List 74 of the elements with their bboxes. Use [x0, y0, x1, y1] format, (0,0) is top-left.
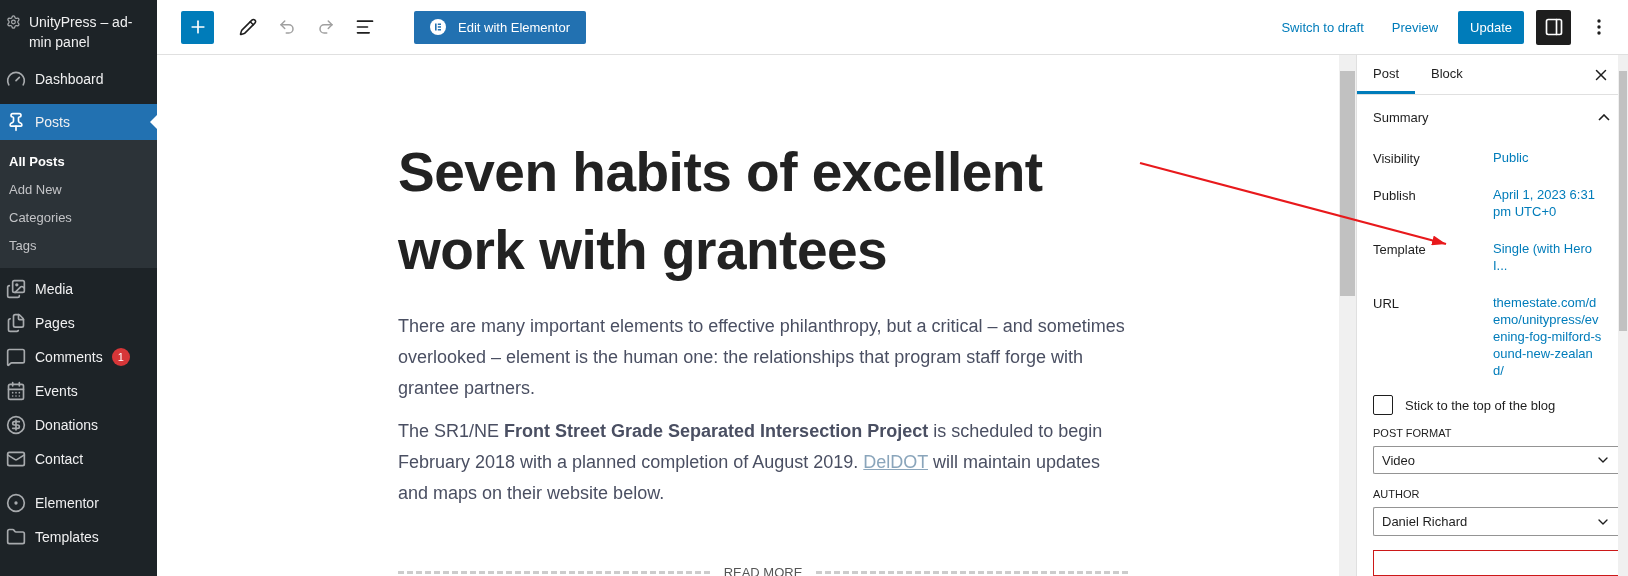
settings-icon — [6, 12, 21, 32]
menu-icon — [6, 493, 26, 513]
menu-icon — [6, 381, 26, 401]
menu-label: Dashboard — [35, 71, 104, 87]
submenu-item[interactable]: Add New — [0, 176, 157, 204]
field-value-link[interactable]: April 1, 2023 6:31 pm UTC+0 — [1493, 186, 1602, 221]
panel-tab[interactable]: Post — [1357, 55, 1415, 95]
field-label: Visibility — [1373, 150, 1420, 167]
list-icon — [354, 17, 375, 37]
checkbox[interactable] — [1373, 395, 1393, 416]
menu-label: Elementor — [35, 495, 99, 511]
menu-label: Comments — [35, 349, 103, 365]
switch-to-draft-link[interactable]: Switch to draft — [1271, 19, 1374, 35]
input-field[interactable] — [1373, 549, 1619, 576]
checkbox-label: Stick to the top of the blog — [1405, 397, 1556, 413]
paragraph[interactable]: There are many important elements to effective philanthropy, but a critical – and sometimes overlooked – element is the human one: the relationships that program staff forge with grantee partners. — [398, 311, 1128, 404]
menu-label: Pages — [35, 315, 75, 331]
menu-label: Donations — [35, 417, 99, 433]
menu-item[interactable]: Posts — [0, 104, 157, 140]
menu-icon — [6, 112, 26, 132]
menu-item[interactable]: Contact — [0, 442, 157, 476]
panel-icon — [1543, 17, 1564, 37]
menu-item[interactable]: Comments 1 — [0, 340, 157, 374]
field-value-link[interactable]: themestate.com/demo/unitypress/evening-fog-milford-sound-new-zealand/ — [1493, 294, 1602, 380]
undo-icon — [277, 18, 296, 36]
menu-icon — [6, 527, 26, 547]
preview-link[interactable]: Preview — [1381, 19, 1449, 35]
menu-icon — [6, 415, 26, 435]
post-format-label: POST FORMAT — [1372, 427, 1453, 440]
menu-icon — [6, 449, 26, 469]
menu-item[interactable]: Templates — [0, 520, 157, 554]
panel-tab[interactable]: Block — [1415, 55, 1479, 95]
sidebar-toggle-button[interactable] — [1536, 9, 1571, 45]
site-title[interactable]: UnityPress – ad-min panel — [28, 12, 151, 52]
field-label: Template — [1373, 241, 1426, 258]
submenu-item[interactable]: All Posts — [0, 148, 157, 176]
field-label: Publish — [1373, 187, 1416, 204]
pencil-icon — [238, 18, 257, 36]
menu-item[interactable]: Pages — [0, 306, 157, 340]
submenu-item[interactable]: Tags — [0, 232, 157, 260]
scrollbar[interactable] — [1339, 55, 1356, 576]
chevron-up-icon — [1598, 114, 1610, 122]
update-button[interactable]: Update — [1458, 10, 1524, 44]
menu-label: Media — [35, 281, 74, 297]
menu-icon — [6, 313, 26, 333]
menu-item[interactable]: Dashboard — [0, 62, 157, 96]
post-title[interactable]: Seven habits of excellent work with grantees — [398, 133, 1128, 289]
menu-label: Posts — [35, 114, 70, 130]
menu-item[interactable]: Media — [0, 272, 157, 306]
menu-label: Contact — [35, 451, 84, 467]
field-label: URL — [1373, 295, 1399, 312]
post-format-select[interactable]: Video — [1373, 446, 1619, 475]
redo-icon — [316, 18, 335, 36]
menu-item[interactable]: Elementor — [0, 486, 157, 520]
paragraph[interactable]: The SR1/NE Front Street Grade Separated Intersection Project is scheduled to begin February 2018 with a planned completion of August 2019. DelDOT will maintain updates and maps on their website below. — [398, 416, 1128, 509]
field-value-link[interactable]: Public — [1493, 149, 1602, 167]
submenu-item[interactable]: Categories — [0, 204, 157, 232]
elementor-icon — [430, 19, 446, 35]
summary-header[interactable]: Summary — [1357, 95, 1618, 141]
menu-icon — [6, 279, 26, 299]
menu-icon — [6, 69, 26, 89]
menu-label: Templates — [35, 529, 99, 545]
count-badge: 1 — [111, 348, 130, 366]
add-block-button[interactable] — [181, 10, 214, 44]
author-select[interactable]: Daniel Richard — [1373, 507, 1619, 536]
menu-icon — [6, 347, 26, 367]
field-value-link[interactable]: Single (with Hero I... — [1493, 240, 1602, 275]
author-label: AUTHOR — [1372, 488, 1421, 501]
vertical-dots-icon — [1596, 19, 1601, 35]
menu-label: Events — [35, 383, 78, 399]
menu-item[interactable]: Donations — [0, 408, 157, 442]
edit-with-elementor-button[interactable]: Edit with Elementor — [414, 10, 586, 44]
menu-item[interactable]: Events — [0, 374, 157, 408]
scrollbar[interactable] — [1618, 55, 1628, 576]
